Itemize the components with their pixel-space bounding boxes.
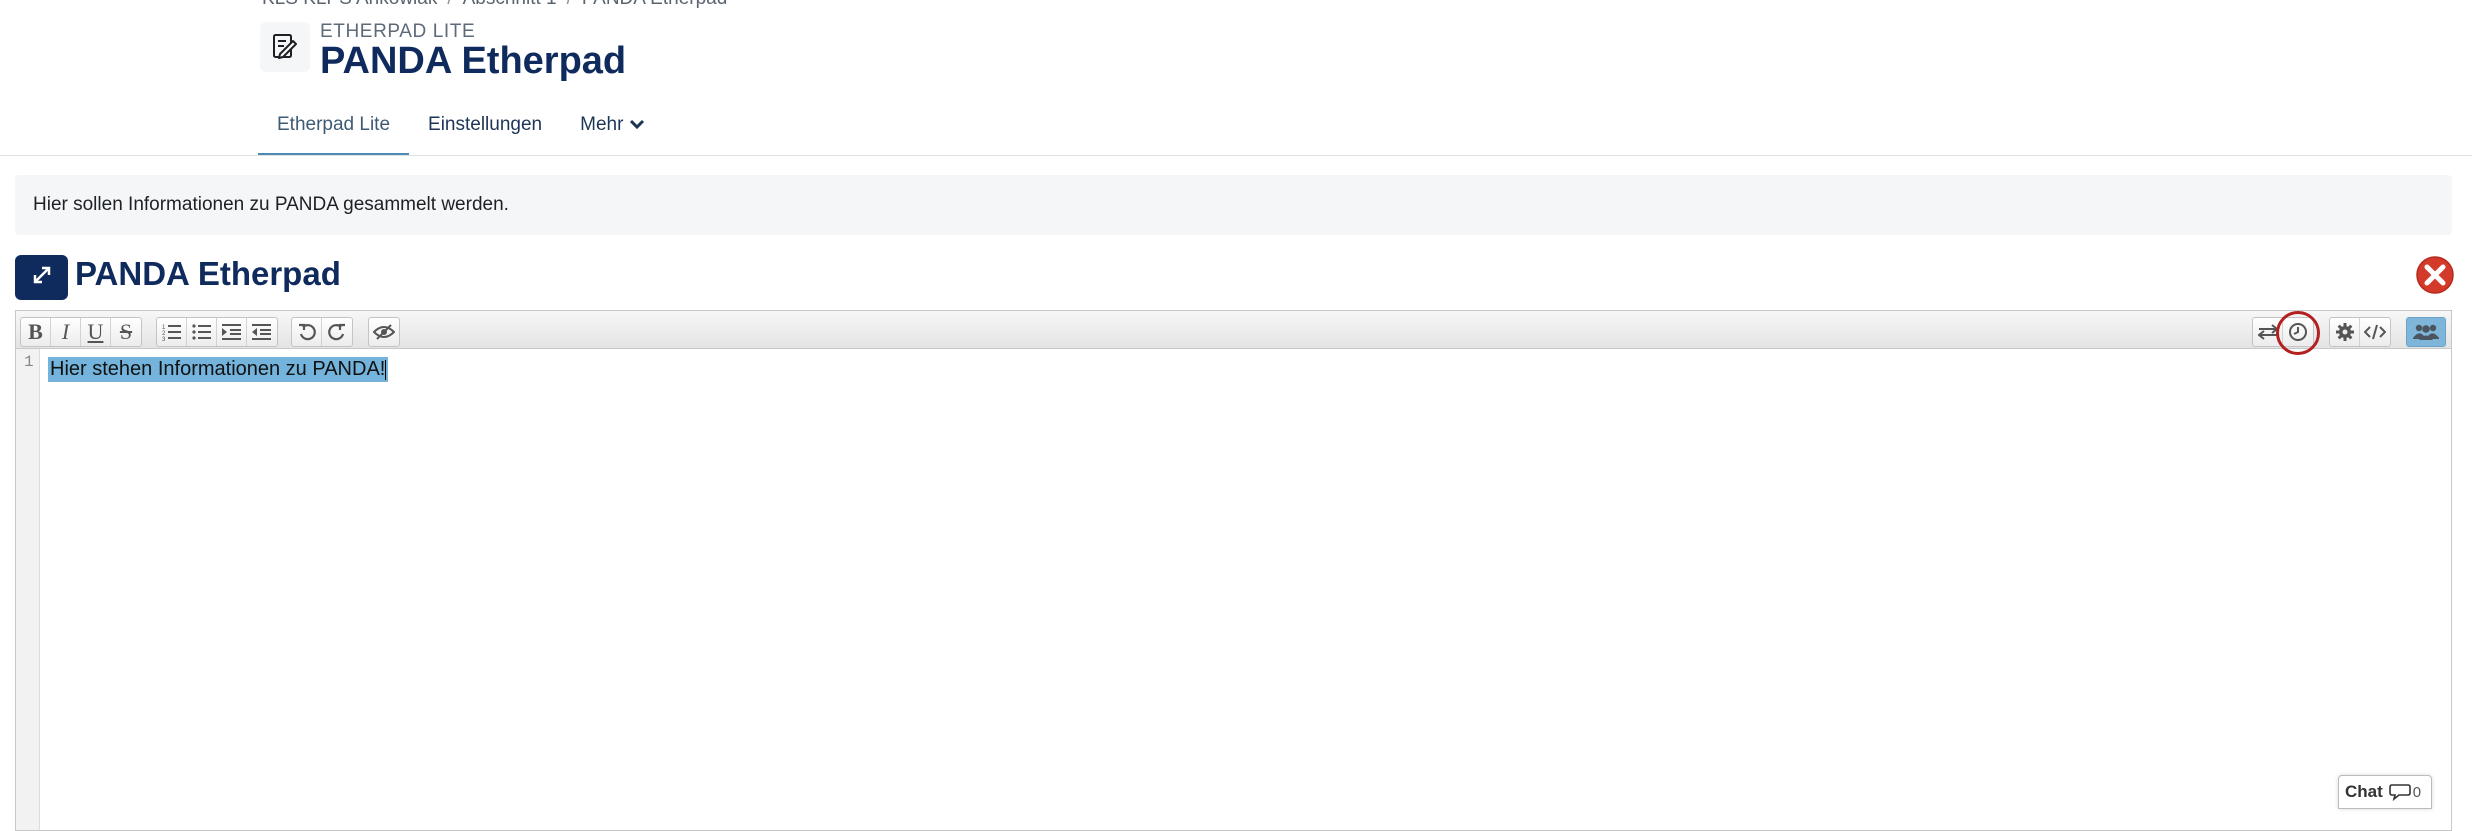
redo-icon: [328, 323, 346, 341]
right-group-2: [2329, 317, 2391, 347]
list-group: 123: [156, 317, 278, 347]
breadcrumb: KLS KLPS Ankowiak / Abschnitt 1 / PANDA Ethe…: [262, 0, 727, 10]
text-caret: [385, 359, 387, 380]
clear-authorship-icon: [373, 324, 395, 340]
breadcrumb-item-current: PANDA Etherpad: [582, 0, 727, 9]
history-group: [291, 317, 353, 347]
undo-button[interactable]: [292, 318, 322, 346]
etherpad-icon: [260, 22, 310, 72]
breadcrumb-separator: /: [567, 0, 572, 9]
underline-button[interactable]: U: [81, 318, 111, 346]
import-export-button[interactable]: [2253, 318, 2283, 346]
right-group-1: [2252, 317, 2314, 347]
pad-title: PANDA Etherpad: [75, 255, 341, 292]
outdent-button[interactable]: [247, 318, 277, 346]
chat-bubble-icon: [2388, 783, 2411, 801]
editor-toolbar: B I U S 123: [16, 311, 2451, 349]
embed-icon: [2364, 324, 2386, 340]
format-group: B I U S: [20, 317, 142, 347]
line-number-gutter: 1: [16, 349, 40, 830]
unordered-list-button[interactable]: [187, 318, 217, 346]
chevron-down-icon: [629, 116, 645, 138]
pad-text-line[interactable]: Hier stehen Informationen zu PANDA!: [48, 357, 389, 382]
strikethrough-button[interactable]: S: [111, 318, 141, 346]
indent-icon: [221, 323, 242, 341]
right-group-3: [2406, 317, 2446, 347]
unordered-list-icon: [191, 323, 212, 341]
expand-button[interactable]: [15, 255, 68, 300]
tabs-divider: [0, 155, 2472, 156]
breadcrumb-item-course[interactable]: KLS KLPS Ankowiak: [262, 0, 437, 9]
close-icon: [2415, 256, 2455, 299]
expand-icon: [31, 264, 53, 291]
clear-authorship-group: [368, 317, 400, 347]
embed-button[interactable]: [2360, 318, 2390, 346]
svg-text:3: 3: [162, 337, 166, 341]
secondary-navigation: Etherpad Lite Einstellungen Mehr: [258, 104, 664, 156]
tab-einstellungen[interactable]: Einstellungen: [409, 104, 561, 156]
tab-etherpad-lite[interactable]: Etherpad Lite: [258, 104, 410, 156]
indent-button[interactable]: [217, 318, 247, 346]
timeslider-button[interactable]: [2283, 318, 2313, 346]
redo-button[interactable]: [322, 318, 352, 346]
import-export-icon: [2257, 324, 2278, 340]
page-title: PANDA Etherpad: [320, 40, 627, 82]
chat-label: Chat: [2345, 782, 2383, 801]
chat-button[interactable]: Chat 0: [2338, 775, 2432, 809]
ordered-list-button[interactable]: 123: [157, 318, 187, 346]
tab-mehr[interactable]: Mehr: [561, 104, 664, 156]
breadcrumb-item-section[interactable]: Abschnitt 1: [463, 0, 557, 9]
italic-button[interactable]: I: [51, 318, 81, 346]
clear-authorship-button[interactable]: [369, 318, 399, 346]
settings-button[interactable]: [2330, 318, 2360, 346]
description-text: Hier sollen Informationen zu PANDA gesam…: [33, 194, 509, 215]
etherpad-frame: B I U S 123 1 Hier stehen Informationen …: [15, 310, 2452, 831]
users-button[interactable]: [2407, 318, 2445, 346]
outdent-icon: [252, 323, 272, 341]
line-number: 1: [24, 353, 34, 371]
bold-button[interactable]: B: [21, 318, 51, 346]
breadcrumb-separator: /: [447, 0, 452, 9]
activity-description: Hier sollen Informationen zu PANDA gesam…: [15, 175, 2452, 235]
users-icon: [2412, 323, 2440, 341]
undo-icon: [298, 323, 316, 341]
chat-count: 0: [2412, 783, 2422, 801]
pad-editor[interactable]: Hier stehen Informationen zu PANDA!: [40, 349, 2451, 830]
close-button[interactable]: [2415, 255, 2455, 295]
timeslider-icon: [2288, 322, 2308, 342]
settings-icon: [2335, 322, 2355, 342]
ordered-list-icon: 123: [162, 323, 182, 341]
